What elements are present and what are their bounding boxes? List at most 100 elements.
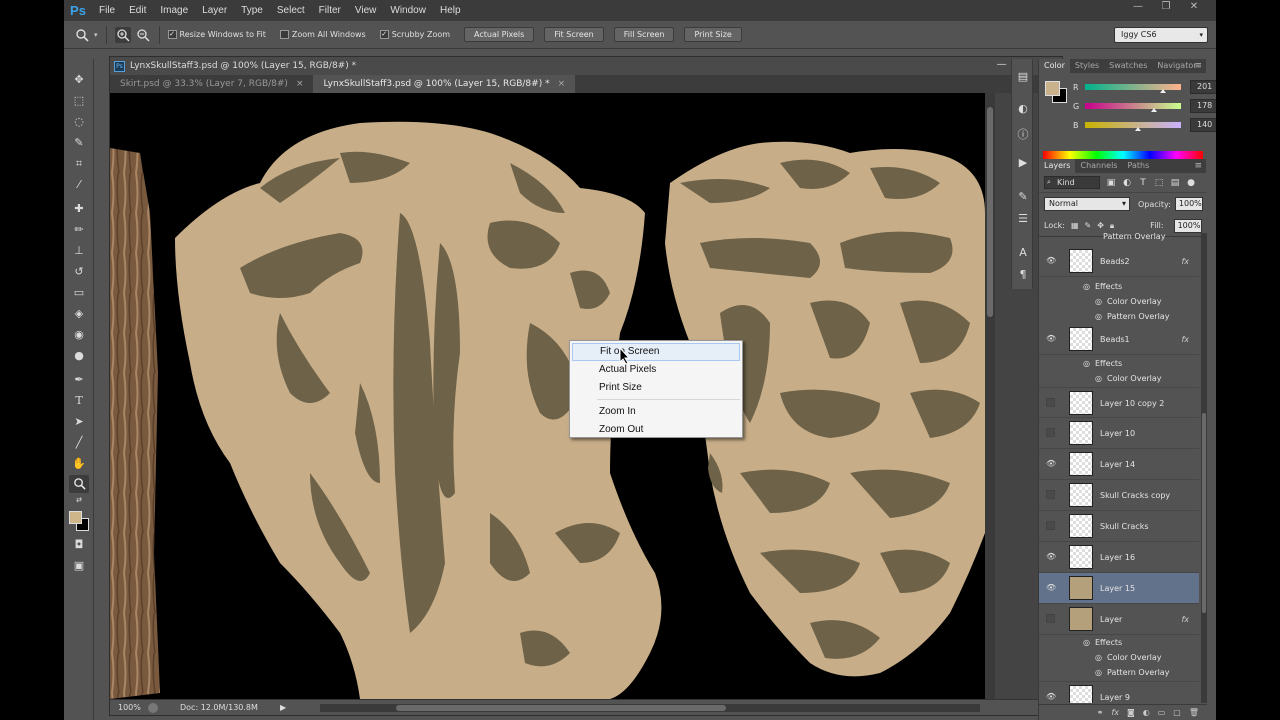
paragraph-panel-icon[interactable]: ¶ xyxy=(1015,267,1031,283)
layer-row-layer-10[interactable]: Layer 10 xyxy=(1039,418,1199,449)
eye-icon[interactable]: 👁︎ xyxy=(1046,459,1056,469)
layer-row-skull-cracks-copy[interactable]: Skull Cracks copy xyxy=(1039,480,1199,511)
eye-icon[interactable] xyxy=(1046,521,1055,530)
eye-icon[interactable]: 👁︎ xyxy=(1046,692,1056,702)
dodge-tool-icon[interactable]: ● xyxy=(69,347,89,365)
layer-row-layer-9[interactable]: 👁︎ Layer 9 xyxy=(1039,681,1199,703)
horizontal-scroll-thumb[interactable] xyxy=(396,705,726,711)
move-tool-icon[interactable]: ✥ xyxy=(69,71,89,89)
panel-menu-icon[interactable]: ≡ xyxy=(1194,59,1202,73)
layer-row-layer-16[interactable]: 👁︎ Layer 16 xyxy=(1039,542,1199,573)
layer-row-layer-10-copy-2[interactable]: Layer 10 copy 2 xyxy=(1039,387,1199,418)
actions-panel-icon[interactable]: ▶ xyxy=(1015,155,1031,171)
layer-row-layer[interactable]: Layer fx xyxy=(1039,604,1199,635)
layers-scroll-thumb[interactable] xyxy=(1202,413,1206,613)
menu-edit[interactable]: Edit xyxy=(122,5,153,16)
effect-visibility-icon[interactable]: ◎ xyxy=(1095,650,1102,665)
layer-row-layer-14[interactable]: 👁︎ Layer 14 xyxy=(1039,449,1199,480)
brush-tool-icon[interactable]: ✏ xyxy=(69,221,89,239)
image-canvas[interactable] xyxy=(110,93,985,699)
eye-icon[interactable] xyxy=(1046,428,1055,437)
scrubby-zoom-checkbox[interactable]: ✓ Scrubby Zoom xyxy=(379,30,450,39)
opacity-field[interactable]: 100% xyxy=(1174,197,1203,211)
effect-row[interactable]: ◎ Color Overlay xyxy=(1039,371,1199,386)
resize-windows-checkbox[interactable]: ✓ Resize Windows to Fit xyxy=(167,30,266,39)
document-title-bar[interactable]: Ps LynxSkullStaff3.psd @ 100% (Layer 15,… xyxy=(110,57,1062,75)
blur-tool-icon[interactable]: ◉ xyxy=(69,326,89,344)
eye-icon[interactable] xyxy=(1046,490,1055,499)
menu-item-fit-on-screen[interactable]: Fit on Screen xyxy=(572,343,740,361)
zoom-tool-icon[interactable] xyxy=(69,475,89,493)
healing-brush-tool-icon[interactable]: ✚ xyxy=(69,200,89,218)
path-selection-tool-icon[interactable]: ➤ xyxy=(69,413,89,431)
tab-layers[interactable]: Layers xyxy=(1039,159,1076,173)
minimize-button[interactable]: — xyxy=(1124,0,1152,14)
zoom-out-mode-icon[interactable] xyxy=(135,27,151,43)
adjustments-panel-icon[interactable]: ☰ xyxy=(1015,211,1031,227)
effect-visibility-icon[interactable]: ◎ xyxy=(1095,294,1102,309)
new-layer-icon[interactable]: ▢ xyxy=(1173,708,1181,717)
actual-pixels-button[interactable]: Actual Pixels xyxy=(464,27,535,42)
history-brush-tool-icon[interactable]: ↺ xyxy=(69,263,89,281)
layer-row-beads1[interactable]: 👁︎ Beads1 fx xyxy=(1039,324,1199,355)
fx-icon[interactable]: fx xyxy=(1181,604,1189,635)
zoom-level-field[interactable]: 100% xyxy=(110,703,148,712)
tab-channels[interactable]: Channels xyxy=(1075,159,1122,173)
green-slider[interactable] xyxy=(1085,103,1181,112)
menu-item-print-size[interactable]: Print Size xyxy=(572,379,740,397)
menu-select[interactable]: Select xyxy=(270,5,312,16)
delete-layer-icon[interactable]: 🗑︎ xyxy=(1189,708,1199,717)
brush-panel-icon[interactable]: ✎ xyxy=(1015,189,1031,205)
red-value-field[interactable]: 201 xyxy=(1190,80,1216,94)
lock-pixels-icon[interactable]: ✎ xyxy=(1085,221,1092,230)
menu-view[interactable]: View xyxy=(348,5,384,16)
zoom-tool-preset-icon[interactable] xyxy=(74,27,90,43)
tab-color[interactable]: Color xyxy=(1039,59,1070,73)
lock-transparent-icon[interactable]: ▦ xyxy=(1071,221,1079,230)
red-slider[interactable] xyxy=(1085,84,1181,93)
close-button[interactable]: ✕ xyxy=(1180,0,1208,14)
fill-screen-button[interactable]: Fill Screen xyxy=(613,27,675,42)
layer-row-beads2[interactable]: 👁︎ Beads2 fx xyxy=(1039,246,1199,277)
menu-layer[interactable]: Layer xyxy=(195,5,234,16)
effect-row[interactable]: ◎ Color Overlay xyxy=(1039,650,1199,665)
filter-pixel-icon[interactable]: ▣ xyxy=(1106,178,1116,188)
quick-selection-tool-icon[interactable]: ✎ xyxy=(69,134,89,152)
foreground-color-swatch[interactable] xyxy=(69,511,82,524)
restore-button[interactable]: ❐ xyxy=(1152,0,1180,14)
color-spectrum-bar[interactable] xyxy=(1043,151,1203,159)
effect-row[interactable]: ◎ Pattern Overlay xyxy=(1039,665,1199,680)
history-panel-icon[interactable]: ▤ xyxy=(1015,69,1031,85)
filter-kind-select[interactable]: ⌕ Kind xyxy=(1044,176,1100,189)
tab-styles[interactable]: Styles xyxy=(1070,59,1104,73)
eraser-tool-icon[interactable]: ▭ xyxy=(69,284,89,302)
layer-row-layer-15[interactable]: 👁︎ Layer 15 xyxy=(1039,573,1199,604)
eye-icon[interactable]: 👁︎ xyxy=(1046,552,1056,562)
tab-swatches[interactable]: Swatches xyxy=(1104,59,1152,73)
effect-visibility-icon[interactable]: ◎ xyxy=(1095,371,1102,386)
lasso-tool-icon[interactable]: ◌ xyxy=(69,113,89,131)
new-adjustment-icon[interactable]: ◐ xyxy=(1143,708,1150,717)
menu-filter[interactable]: Filter xyxy=(312,5,348,16)
tab-lynx-skull-staff[interactable]: LynxSkullStaff3.psd @ 100% (Layer 15, RG… xyxy=(313,75,576,93)
eye-icon[interactable]: 👁︎ xyxy=(1046,334,1056,344)
crop-tool-icon[interactable]: ⌗ xyxy=(69,155,89,173)
add-style-icon[interactable]: fx xyxy=(1111,708,1119,717)
green-value-field[interactable]: 178 xyxy=(1190,99,1216,113)
menu-item-actual-pixels[interactable]: Actual Pixels xyxy=(572,361,740,379)
eye-icon[interactable] xyxy=(1046,614,1055,623)
filter-type-icon[interactable]: T xyxy=(1138,178,1148,188)
effect-row[interactable]: ◎ Color Overlay xyxy=(1039,294,1199,309)
horizontal-scrollbar[interactable] xyxy=(320,704,980,712)
lock-position-icon[interactable]: ✥ xyxy=(1097,221,1104,230)
menu-image[interactable]: Image xyxy=(153,5,195,16)
layer-row-skull-cracks[interactable]: Skull Cracks xyxy=(1039,511,1199,542)
status-menu-arrow-icon[interactable]: ▶ xyxy=(280,703,286,712)
type-tool-icon[interactable]: T xyxy=(69,392,89,410)
lock-all-icon[interactable]: 🔒︎ xyxy=(1110,221,1114,231)
filter-smart-object-icon[interactable]: ▤ xyxy=(1170,178,1180,188)
effects-row[interactable]: ◎ Effects xyxy=(1039,279,1199,294)
fx-icon[interactable]: fx xyxy=(1181,246,1189,277)
filter-toggle-icon[interactable]: ● xyxy=(1186,178,1196,188)
clone-stamp-tool-icon[interactable]: ⊥ xyxy=(69,242,89,260)
